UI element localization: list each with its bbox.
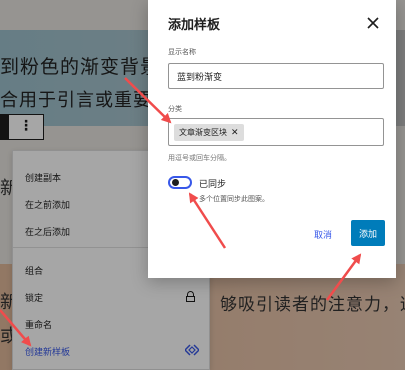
- sync-toggle[interactable]: [168, 176, 192, 189]
- category-tag-label: 文章渐变区块: [179, 128, 227, 137]
- pattern-name-input[interactable]: 蓝到粉渐变: [168, 63, 384, 89]
- dialog-title: 添加样板: [168, 18, 221, 33]
- category-help-text: 用逗号或回车分隔。: [168, 154, 231, 162]
- category-token-field[interactable]: 文章渐变区块 ✕: [168, 118, 384, 146]
- close-icon[interactable]: [366, 16, 380, 30]
- name-field-label: 显示名称: [168, 48, 196, 56]
- cancel-button[interactable]: 取消: [314, 228, 332, 241]
- toggle-knob: [172, 179, 179, 186]
- add-button[interactable]: 添加: [351, 220, 385, 246]
- remove-tag-icon[interactable]: ✕: [231, 128, 239, 138]
- category-tag: 文章渐变区块 ✕: [174, 124, 244, 141]
- sync-help-text: 多个位置同步此图案。: [199, 195, 269, 203]
- category-field-label: 分类: [168, 105, 182, 113]
- sync-toggle-label: 已同步: [199, 180, 227, 190]
- add-pattern-dialog: 添加样板 显示名称 蓝到粉渐变 分类 文章渐变区块 ✕ 用逗号或回车分隔。 已同步…: [148, 0, 396, 278]
